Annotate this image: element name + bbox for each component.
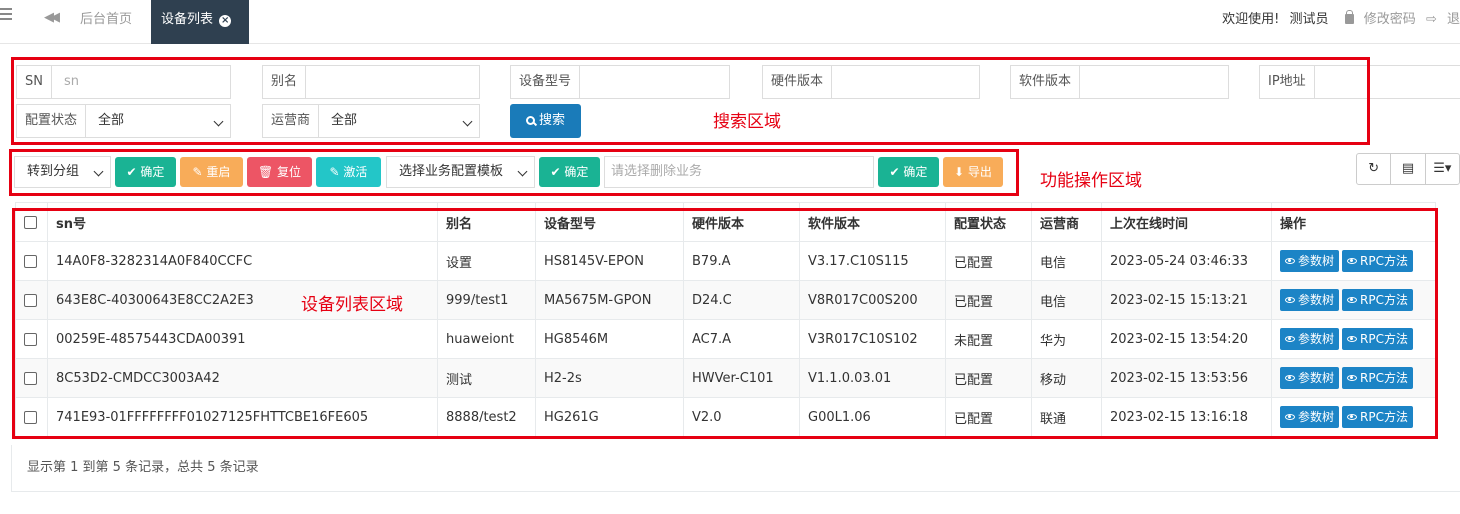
refresh-icon[interactable]: ↻ [1357, 154, 1392, 184]
close-icon[interactable]: × [219, 15, 232, 27]
menu-toggle-icon[interactable] [0, 8, 14, 22]
username: 测试员 [1289, 12, 1329, 27]
search-region-annotation [11, 57, 1370, 145]
columns-icon[interactable]: ☰▾ [1426, 154, 1459, 184]
panel-border [11, 491, 1460, 492]
function-region-annotation [9, 149, 1019, 196]
welcome-text: 欢迎使用! [1222, 12, 1280, 27]
table-region-label: 设备列表区域 [301, 295, 403, 315]
search-region-label: 搜索区域 [713, 112, 781, 132]
tab-device-list-label: 设备列表 [161, 12, 214, 27]
table-toolbar: ↻ ▤ ☰▾ [1356, 153, 1460, 185]
tabs-back-icon[interactable]: ◀◀ [44, 10, 60, 25]
panel-border [11, 445, 12, 491]
table-region-annotation [12, 208, 1438, 439]
logout-icon[interactable]: ⇨ [1426, 12, 1437, 27]
top-navbar: ◀◀ 后台首页 设备列表 × 欢迎使用! 测试员 修改密码 ⇨ 退 [0, 0, 1460, 44]
tab-home[interactable]: 后台首页 [80, 8, 132, 27]
pagination-info: 显示第 1 到第 5 条记录，总共 5 条记录 [27, 460, 259, 475]
user-area: 欢迎使用! 测试员 修改密码 ⇨ 退 [1216, 8, 1460, 27]
function-region-label: 功能操作区域 [1040, 171, 1142, 191]
toggle-view-icon[interactable]: ▤ [1391, 154, 1426, 184]
logout-link[interactable]: 退 [1447, 12, 1460, 27]
tab-device-list[interactable]: 设备列表 × [151, 0, 249, 44]
lock-icon [1344, 10, 1354, 24]
change-password-link[interactable]: 修改密码 [1364, 12, 1416, 27]
